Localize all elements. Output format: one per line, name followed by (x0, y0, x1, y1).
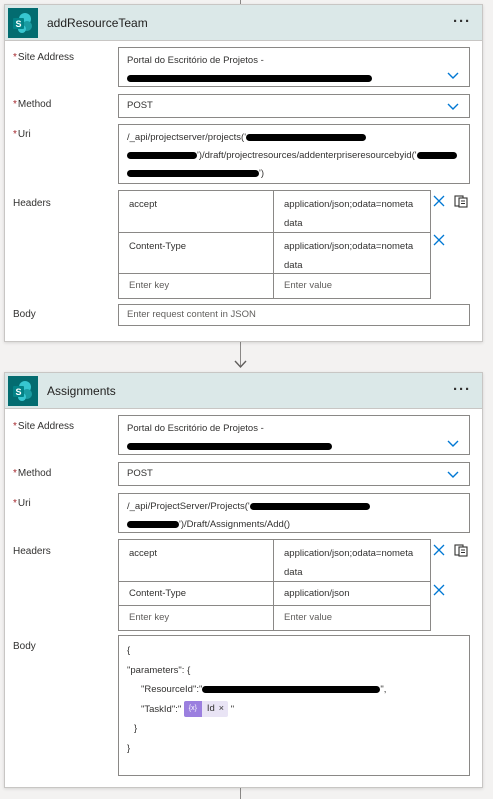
header-value-cell[interactable]: application/json;odata=nometa data (274, 540, 430, 581)
dynamic-content-token[interactable]: {x} Id × (183, 699, 229, 719)
svg-text:S: S (15, 19, 21, 29)
switch-to-text-mode-icon[interactable] (454, 543, 468, 557)
site-address-label: *Site Address (13, 52, 75, 63)
chevron-down-icon (447, 471, 459, 478)
chevron-down-icon (447, 103, 459, 110)
redacted-id (127, 520, 179, 528)
body-label: Body (13, 641, 36, 652)
header-row: Enter key Enter value (119, 274, 430, 298)
bottom-connector-line (240, 788, 241, 799)
body-line: "ResourceId":" ", (141, 684, 387, 695)
delete-header-icon[interactable] (433, 195, 445, 207)
header-row: accept application/json;odata=nometa data (119, 191, 430, 233)
redacted-id (416, 151, 457, 159)
header-value-input[interactable]: Enter value (274, 274, 430, 298)
more-options-button[interactable]: ··· (453, 13, 471, 30)
switch-to-text-mode-icon[interactable] (454, 194, 468, 208)
uri-text: ') (259, 168, 264, 179)
site-address-url-redacted (127, 70, 461, 88)
header-key-cell[interactable]: Content-Type (119, 233, 274, 273)
variable-icon: {x} (183, 700, 202, 717)
headers-table: accept application/json;odata=nometa data… (118, 539, 431, 631)
delete-header-icon[interactable] (433, 234, 445, 246)
header-row: accept application/json;odata=nometa data (119, 540, 430, 582)
header-row: Enter key Enter value (119, 606, 430, 630)
uri-text: ')/Draft/Assignments/Add() (179, 519, 291, 530)
method-label: *Method (13, 99, 52, 110)
site-address-dropdown[interactable]: Portal do Escritório de Projetos - (118, 47, 470, 87)
header-row: Content-Type application/json (119, 582, 430, 606)
action-card-assignments: S Assignments ··· *Site Address Portal d… (4, 372, 483, 788)
body-line: } (134, 723, 138, 734)
header-key-input[interactable]: Enter key (119, 606, 274, 630)
uri-text: /_api/ProjectServer/Projects(' (127, 501, 250, 512)
chevron-down-icon (447, 72, 459, 79)
header-key-cell[interactable]: accept (119, 191, 274, 232)
headers-label: Headers (13, 198, 51, 209)
site-address-value: Portal do Escritório de Projetos - (127, 55, 264, 66)
card-title: Assignments (47, 384, 116, 398)
body-line: { (127, 645, 131, 656)
body-line: "parameters": { (127, 664, 191, 676)
site-address-label: *Site Address (13, 421, 75, 432)
body-input[interactable]: { "parameters": { "ResourceId":" ", "Task… (118, 635, 470, 776)
svg-text:S: S (15, 387, 21, 397)
site-address-value: Portal do Escritório de Projetos - (127, 423, 264, 434)
delete-header-icon[interactable] (433, 584, 445, 596)
uri-text: ')/draft/projectresources/addenterpriser… (197, 150, 417, 161)
header-row: Content-Type application/json;odata=nome… (119, 233, 430, 274)
action-card-add-resource-team: S addResourceTeam ··· *Site Address Port… (4, 4, 483, 342)
header-key-cell[interactable]: Content-Type (119, 582, 274, 605)
uri-input[interactable]: /_api/ProjectServer/Projects(' ')/Draft/… (118, 493, 470, 533)
header-value-input[interactable]: Enter value (274, 606, 430, 630)
redacted-id (246, 133, 367, 141)
redacted-id (127, 151, 197, 159)
body-label: Body (13, 309, 36, 320)
sharepoint-icon: S (8, 8, 38, 38)
header-key-input[interactable]: Enter key (119, 274, 274, 298)
flow-arrow-icon (234, 360, 247, 369)
delete-header-icon[interactable] (433, 544, 445, 556)
body-line: } (127, 742, 131, 754)
site-address-dropdown[interactable]: Portal do Escritório de Projetos - (118, 415, 470, 455)
redacted-id (202, 685, 381, 693)
method-value: POST (127, 100, 153, 111)
redacted-id (249, 502, 370, 510)
chevron-down-icon (447, 440, 459, 447)
uri-label: *Uri (13, 129, 31, 140)
headers-table: accept application/json;odata=nometa data… (118, 190, 431, 299)
header-value-cell[interactable]: application/json;odata=nometa data (274, 191, 430, 232)
body-line: "TaskId":" {x} Id × " (127, 700, 461, 720)
method-dropdown[interactable]: POST (118, 462, 470, 486)
header-key-cell[interactable]: accept (119, 540, 274, 581)
method-value: POST (127, 468, 153, 479)
redacted-id (127, 169, 259, 177)
site-address-url-redacted (127, 438, 461, 456)
uri-label: *Uri (13, 498, 31, 509)
card-header[interactable]: S addResourceTeam ··· (5, 5, 482, 41)
uri-input[interactable]: /_api/projectserver/projects(' ')/draft/… (118, 124, 470, 184)
remove-token-icon[interactable]: × (219, 699, 228, 719)
card-title: addResourceTeam (47, 16, 148, 30)
token-label: Id (206, 703, 215, 715)
header-value-cell[interactable]: application/json (274, 582, 430, 605)
method-dropdown[interactable]: POST (118, 94, 470, 118)
sharepoint-icon: S (8, 376, 38, 406)
header-value-cell[interactable]: application/json;odata=nometa data (274, 233, 430, 273)
uri-text: /_api/projectserver/projects(' (127, 132, 247, 143)
body-input[interactable]: Enter request content in JSON (118, 304, 470, 326)
more-options-button[interactable]: ··· (453, 381, 471, 398)
card-header[interactable]: S Assignments ··· (5, 373, 482, 409)
headers-label: Headers (13, 546, 51, 557)
method-label: *Method (13, 468, 52, 479)
